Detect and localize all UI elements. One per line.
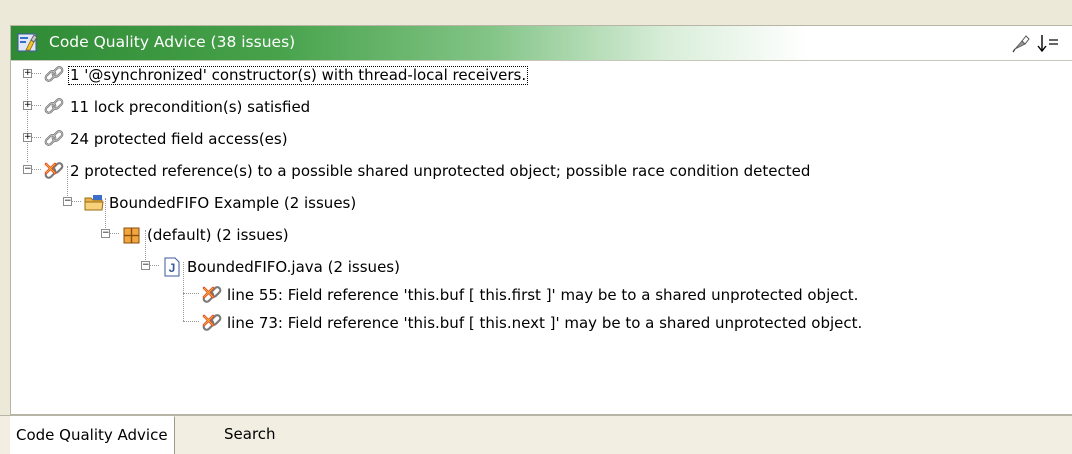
svg-text:J: J — [169, 261, 176, 275]
tree-item-label: 2 protected reference(s) to a possible s… — [70, 162, 811, 180]
tree-item-java-file[interactable]: − J BoundedFIFO.java (2 issues) — [11, 254, 1072, 282]
tree-item-label: 11 lock precondition(s) satisfied — [70, 98, 311, 116]
chain-link-icon — [43, 64, 65, 86]
tab-search[interactable]: Search — [218, 416, 282, 453]
race-condition-icon — [43, 160, 65, 182]
expand-toggle-icon[interactable]: + — [23, 69, 32, 78]
expand-toggle-icon[interactable]: + — [23, 101, 32, 110]
race-condition-icon — [201, 284, 223, 306]
package-icon — [121, 224, 143, 246]
tree-item-default-package[interactable]: − (default) (2 issues) — [11, 222, 1072, 250]
tree-item-protected-field-accesses[interactable]: + 24 protected field access(es) — [11, 126, 1072, 154]
tree-item-project[interactable]: − BoundedFIFO Example (2 issues) — [11, 190, 1072, 218]
advice-tree[interactable]: + 1 '@synchronized' constructor(s) with … — [11, 62, 1072, 380]
view-title: Code Quality Advice (38 issues) — [49, 33, 296, 51]
tree-item-race-condition-category[interactable]: − 2 protected reference(s) to a possible… — [11, 158, 1072, 186]
tree-item-issue-line-55[interactable]: line 55: Field reference 'this.buf [ thi… — [11, 282, 1072, 310]
tree-item-lock-preconditions[interactable]: + 11 lock precondition(s) satisfied — [11, 94, 1072, 122]
tree-item-synchronized-constructors[interactable]: + 1 '@synchronized' constructor(s) with … — [11, 62, 1072, 90]
java-file-icon: J — [161, 256, 183, 278]
sort-icon[interactable] — [1036, 32, 1066, 54]
pin-icon[interactable] — [1011, 32, 1031, 54]
tree-item-label: 1 '@synchronized' constructor(s) with th… — [68, 66, 529, 85]
view-title-bar: Code Quality Advice (38 issues) — [11, 26, 1072, 61]
collapse-toggle-icon[interactable]: − — [63, 197, 72, 206]
tree-item-issue-line-73[interactable]: line 73: Field reference 'this.buf [ thi… — [11, 310, 1072, 338]
tab-code-quality-advice[interactable]: Code Quality Advice — [10, 416, 175, 454]
code-quality-advice-icon — [17, 32, 39, 54]
tree-item-label: BoundedFIFO Example (2 issues) — [109, 194, 357, 212]
view-tab-bar: Code Quality Advice Search — [0, 415, 1072, 454]
tree-item-label: BoundedFIFO.java (2 issues) — [187, 258, 400, 276]
race-condition-icon — [201, 312, 223, 334]
tree-item-label: line 73: Field reference 'this.buf [ thi… — [227, 314, 863, 332]
expand-toggle-icon[interactable]: + — [23, 133, 32, 142]
project-folder-icon — [83, 192, 105, 214]
tree-item-label: 24 protected field access(es) — [70, 130, 288, 148]
collapse-toggle-icon[interactable]: − — [141, 261, 150, 270]
chain-link-icon — [43, 128, 65, 150]
chain-link-icon — [43, 96, 65, 118]
collapse-toggle-icon[interactable]: − — [23, 165, 32, 174]
top-strip — [0, 0, 1072, 25]
tree-item-label: line 55: Field reference 'this.buf [ thi… — [227, 286, 859, 304]
tree-item-label: (default) (2 issues) — [147, 226, 289, 244]
code-quality-advice-view: Code Quality Advice (38 issues) + 1 '@sy… — [10, 25, 1072, 415]
collapse-toggle-icon[interactable]: − — [101, 229, 110, 238]
